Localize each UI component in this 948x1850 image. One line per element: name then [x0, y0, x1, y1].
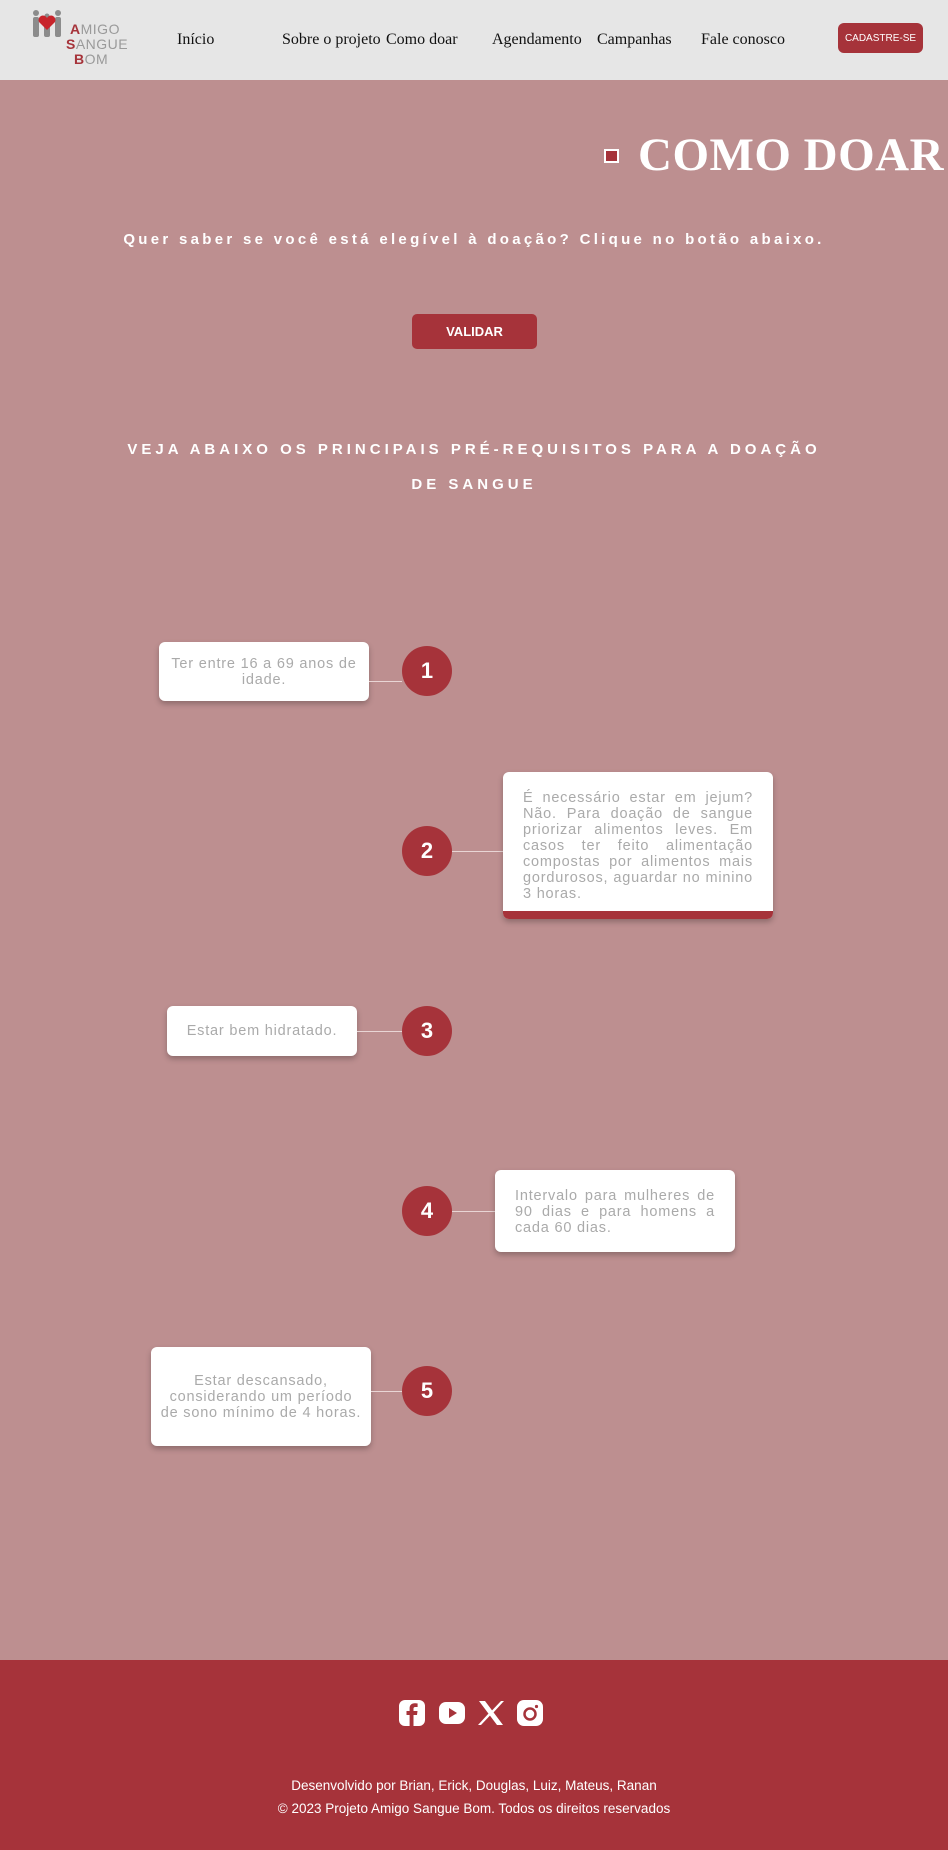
cadastre-se-button[interactable]: CADASTRE-SE: [838, 23, 923, 53]
timeline-connector-1: [369, 681, 402, 682]
requirements-title: VEJA ABAIXO OS PRINCIPAIS PRÉ-REQUISITOS…: [127, 441, 821, 493]
footer-copyright: © 2023 Projeto Amigo Sangue Bom. Todos o…: [277, 1801, 671, 1816]
page-title: COMO DOAR: [638, 129, 945, 181]
requirement-card-4: Intervalo para mulheres de 90 dias e par…: [495, 1170, 735, 1252]
header: AMIGO SANGUE BOM Início Sobre o projeto …: [0, 0, 948, 80]
requirement-text-5: Estar descansado, considerando um períod…: [160, 1372, 362, 1421]
logo[interactable]: AMIGO SANGUE BOM: [30, 6, 128, 74]
requirement-card-2: É necessário estar em jejum? Não. Para d…: [503, 772, 773, 919]
instagram-icon[interactable]: [517, 1700, 543, 1726]
people-heart-icon: [33, 10, 61, 37]
nav-como-doar[interactable]: Como doar: [386, 31, 458, 49]
footer: [0, 1660, 948, 1850]
requirement-card-1: Ter entre 16 a 69 anos de idade.: [159, 642, 369, 701]
eligibility-prompt: Quer saber se você está elegível à doaçã…: [123, 231, 825, 248]
requirement-text-1: Ter entre 16 a 69 anos de idade.: [171, 655, 357, 688]
title-bullet-icon: [604, 149, 619, 163]
card-accent-bar: [503, 911, 773, 919]
requirement-text-2: É necessário estar em jejum? Não. Para d…: [523, 790, 753, 902]
nav-fale-conosco[interactable]: Fale conosco: [701, 31, 785, 49]
requirement-card-3: Estar bem hidratado.: [167, 1006, 357, 1056]
nav-inicio[interactable]: Início: [177, 31, 214, 49]
step-number-2: 2: [402, 826, 452, 876]
step-number-1: 1: [402, 646, 452, 696]
youtube-icon[interactable]: [438, 1700, 466, 1726]
nav-campanhas[interactable]: Campanhas: [597, 31, 672, 49]
timeline-connector-5: [371, 1391, 402, 1392]
requirement-text-3: Estar bem hidratado.: [186, 1023, 338, 1039]
facebook-icon[interactable]: [399, 1700, 425, 1726]
nav-agendamento[interactable]: Agendamento: [492, 31, 582, 49]
x-icon[interactable]: [478, 1700, 504, 1726]
requirement-card-5: Estar descansado, considerando um períod…: [151, 1347, 371, 1446]
step-number-4: 4: [402, 1186, 452, 1236]
timeline-connector-2: [452, 851, 503, 852]
timeline-connector-4: [452, 1211, 495, 1212]
nav-sobre-o-projeto[interactable]: Sobre o projeto: [282, 31, 381, 49]
step-number-5: 5: [402, 1366, 452, 1416]
requirement-text-4: Intervalo para mulheres de 90 dias e par…: [515, 1188, 715, 1236]
logo-wordmark: AMIGO SANGUE BOM: [66, 21, 129, 67]
step-number-3: 3: [402, 1006, 452, 1056]
footer-credits: Desenvolvido por Brian, Erick, Douglas, …: [291, 1778, 657, 1793]
validar-button[interactable]: VALIDAR: [412, 314, 537, 349]
timeline-connector-3: [357, 1031, 402, 1032]
